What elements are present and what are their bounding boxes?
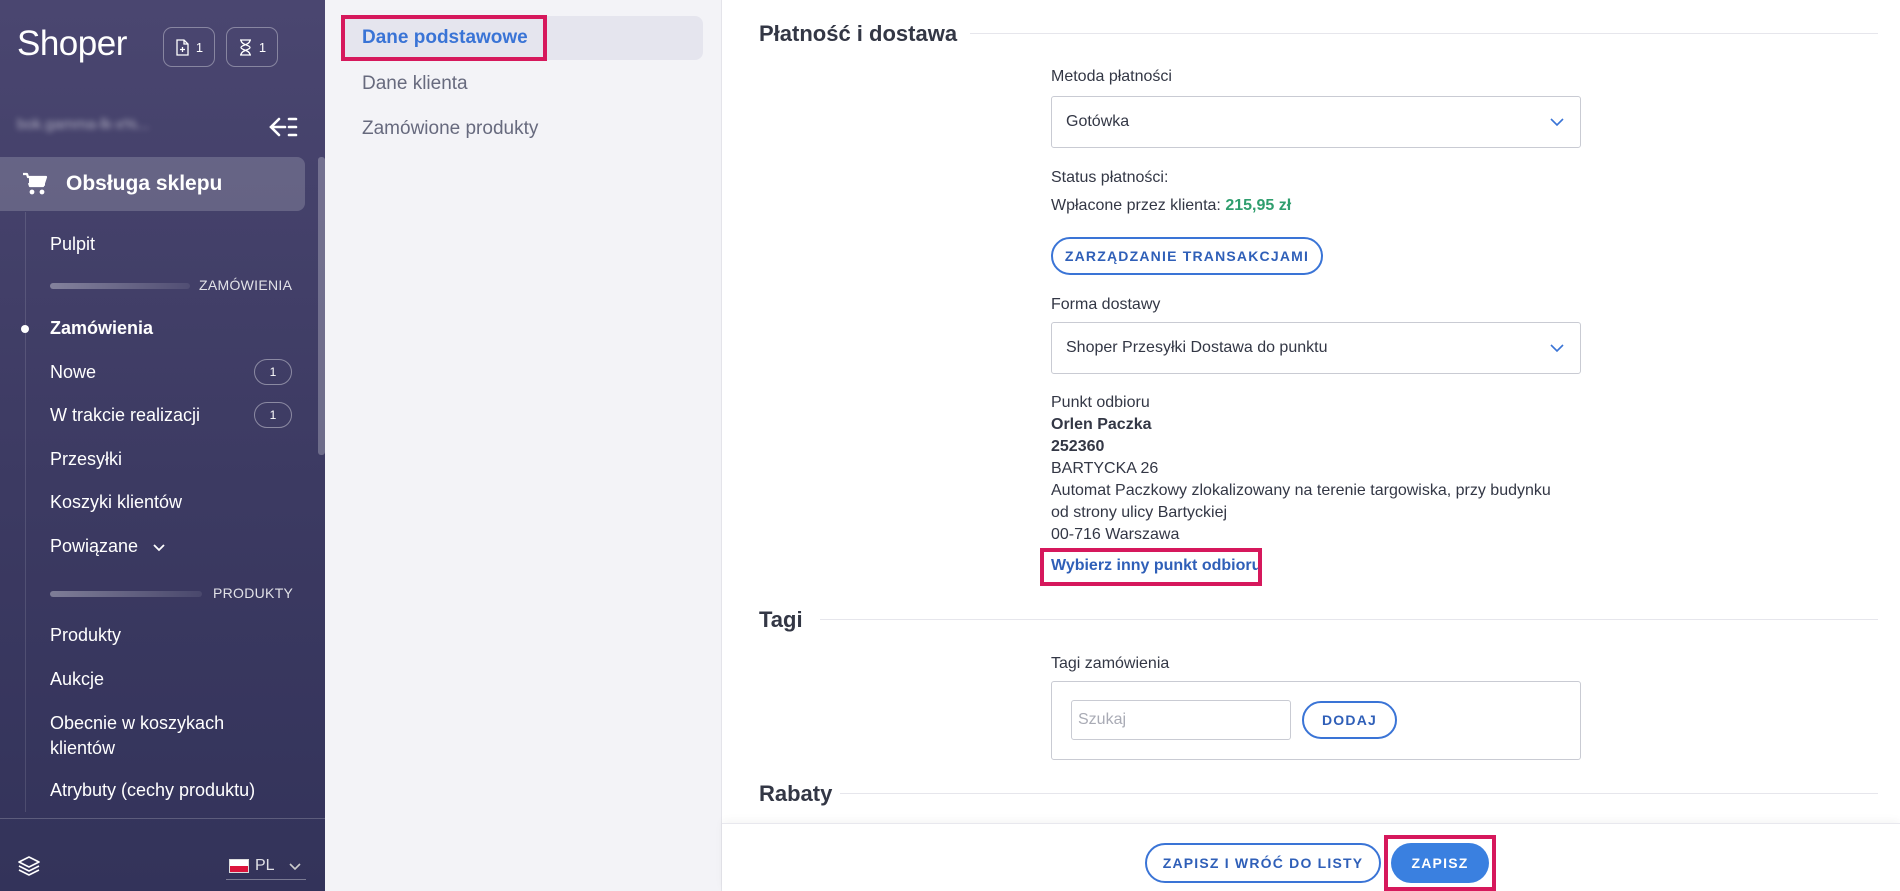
language-selector[interactable]: PL	[226, 852, 306, 880]
sidebar-item-customer-carts[interactable]: Koszyki klientów	[50, 490, 182, 515]
sidebar-item-related[interactable]: Powiązane	[50, 534, 165, 559]
sidebar-item-attributes[interactable]: Atrybuty (cechy produktu)	[50, 778, 255, 803]
order-subnav: Dane podstawowe Dane klienta Zamówione p…	[325, 0, 722, 891]
section-title-payment: Płatność i dostawa	[759, 21, 958, 46]
sidebar-item-auctions[interactable]: Aukcje	[50, 667, 104, 692]
new-count-badge: 1	[254, 359, 292, 385]
active-dot	[21, 325, 29, 333]
delivery-method-select[interactable]: Shoper Przesyłki Dostawa do punktu	[1051, 322, 1581, 374]
chevron-down-icon	[1550, 344, 1564, 353]
cart-icon	[23, 172, 48, 195]
pickup-point-label: Punkt odbioru	[1051, 394, 1150, 411]
divider-label-orders: ZAMÓWIENIA	[199, 277, 293, 293]
related-label: Powiązane	[50, 536, 139, 556]
subnav-customer-data[interactable]: Dane klienta	[362, 73, 468, 95]
section-store-service[interactable]: Obsługa sklepu	[0, 157, 305, 211]
layers-icon[interactable]	[18, 856, 40, 876]
sidebar-item-new[interactable]: Nowe	[50, 360, 96, 385]
sidebar-item-dashboard[interactable]: Pulpit	[50, 232, 95, 257]
new-orders-count: 1	[195, 39, 204, 55]
main-content: Płatność i dostawa Metoda płatności Gotó…	[722, 0, 1900, 891]
sidebar-item-products[interactable]: Produkty	[50, 623, 121, 648]
add-tag-button[interactable]: DODAJ	[1302, 701, 1397, 739]
pickup-point-desc-2: od strony ulicy Bartyckiej	[1051, 504, 1228, 521]
sidebar-item-orders[interactable]: Zamówienia	[50, 316, 153, 341]
sidebar: Shoper 1 1 bok.gamma-lk-x%... Obsługa sk…	[0, 0, 325, 891]
new-orders-badge[interactable]: 1	[163, 27, 215, 67]
section-label: Obsługa sklepu	[66, 172, 223, 195]
sidebar-item-in-carts-now[interactable]: Obecnie w koszykach klientów	[50, 711, 280, 761]
divider-bar-products	[50, 591, 202, 597]
highlight-basic-data	[341, 15, 547, 61]
sidebar-item-shipments[interactable]: Przesyłki	[50, 447, 122, 472]
shoper-logo[interactable]: Shoper	[17, 24, 127, 64]
delivery-method-label: Forma dostawy	[1051, 296, 1161, 313]
pickup-point-name: Orlen Paczka	[1051, 416, 1152, 433]
section-rule	[820, 619, 1878, 620]
delivery-method-value: Shoper Przesyłki Dostawa do punktu	[1066, 339, 1328, 356]
chevron-down-icon	[153, 544, 165, 552]
divider-bar-orders	[50, 283, 190, 289]
store-name[interactable]: bok.gamma-lk-x%...	[17, 116, 150, 133]
paid-amount: 215,95 zł	[1225, 197, 1292, 214]
nav-guide-line	[25, 212, 26, 812]
sidebar-scrollbar[interactable]	[318, 157, 325, 455]
tags-search-input[interactable]	[1071, 700, 1291, 740]
order-tags-label: Tagi zamówienia	[1051, 655, 1170, 672]
sidebar-item-in-progress[interactable]: W trakcie realizacji	[50, 403, 200, 428]
chevron-down-icon	[289, 862, 301, 870]
pending-badge[interactable]: 1	[226, 27, 278, 67]
highlight-change-pickup	[1040, 548, 1262, 586]
pickup-point-street: BARTYCKA 26	[1051, 460, 1159, 477]
section-title-tags: Tagi	[759, 607, 803, 632]
payment-method-select[interactable]: Gotówka	[1051, 96, 1581, 148]
divider-label-products: PRODUKTY	[213, 585, 294, 601]
footer-action-bar: ZAPISZ I WRÓĆ DO LISTY ZAPISZ	[722, 823, 1900, 891]
section-rule	[840, 793, 1878, 794]
pickup-point-desc-1: Automat Paczkowy zlokalizowany na tereni…	[1051, 482, 1551, 499]
section-title-discounts: Rabaty	[759, 781, 833, 806]
payment-method-value: Gotówka	[1066, 113, 1130, 130]
in-progress-count-badge: 1	[254, 402, 292, 428]
manage-transactions-button[interactable]: ZARZĄDZANIE TRANSAKCJAMI	[1051, 237, 1323, 275]
pickup-point-city: 00-716 Warszawa	[1051, 526, 1180, 543]
paid-label: Wpłacone przez klienta:	[1051, 197, 1221, 214]
collapse-sidebar-icon[interactable]	[268, 114, 298, 140]
payment-method-label: Metoda płatności	[1051, 68, 1172, 85]
hourglass-icon	[239, 38, 251, 56]
pending-count: 1	[258, 39, 267, 55]
section-rule	[970, 33, 1878, 34]
save-and-return-button[interactable]: ZAPISZ I WRÓĆ DO LISTY	[1145, 843, 1381, 883]
pickup-point-code: 252360	[1051, 438, 1105, 455]
payment-status-label: Status płatności:	[1051, 169, 1169, 186]
subnav-ordered-products[interactable]: Zamówione produkty	[362, 118, 538, 140]
file-plus-icon	[176, 38, 189, 56]
poland-flag-icon	[229, 858, 249, 873]
paid-by-customer: Wpłacone przez klienta: 215,95 zł	[1051, 195, 1291, 217]
highlight-save	[1384, 835, 1496, 891]
language-code: PL	[255, 856, 275, 874]
chevron-down-icon	[1550, 118, 1564, 127]
